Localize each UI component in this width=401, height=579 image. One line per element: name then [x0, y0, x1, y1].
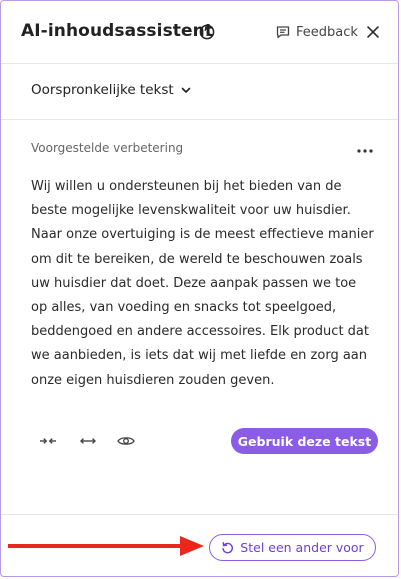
- footer-divider: [1, 514, 398, 515]
- panel-title: AI-inhoudsassistent: [21, 21, 214, 41]
- shorten-button[interactable]: [38, 432, 58, 450]
- original-text-row: Oorspronkelijke tekst: [1, 64, 398, 120]
- suggest-another-label: Stel een ander voor: [240, 540, 364, 555]
- more-horizontal-icon[interactable]: [355, 145, 375, 157]
- feedback-label: Feedback: [296, 24, 358, 40]
- preview-button[interactable]: [116, 432, 136, 450]
- suggest-another-button[interactable]: Stel een ander voor: [209, 534, 376, 561]
- original-text-dropdown[interactable]: Oorspronkelijke tekst: [31, 82, 192, 98]
- suggestion-label: Voorgestelde verbetering: [31, 141, 184, 155]
- eye-icon: [117, 437, 135, 445]
- ai-content-assistant-panel: AI-inhoudsassistent Feedback Oorspronkel…: [0, 0, 399, 577]
- close-icon[interactable]: [365, 24, 381, 40]
- panel-header: AI-inhoudsassistent Feedback: [1, 1, 398, 64]
- help-circle-icon[interactable]: [199, 24, 215, 40]
- refresh-icon: [222, 541, 234, 554]
- chat-bubble-icon: [276, 26, 290, 39]
- chevron-down-icon: [181, 87, 190, 93]
- expand-button[interactable]: [78, 432, 98, 450]
- use-text-button[interactable]: Gebruik deze tekst: [231, 428, 378, 454]
- shorten-icon: [40, 438, 56, 444]
- annotation-arrow: [8, 536, 204, 556]
- expand-icon: [80, 438, 96, 444]
- feedback-button[interactable]: Feedback: [275, 24, 358, 40]
- original-text-label: Oorspronkelijke tekst: [31, 82, 174, 98]
- suggestion-text: Wij willen u ondersteunen bij het bieden…: [31, 179, 374, 388]
